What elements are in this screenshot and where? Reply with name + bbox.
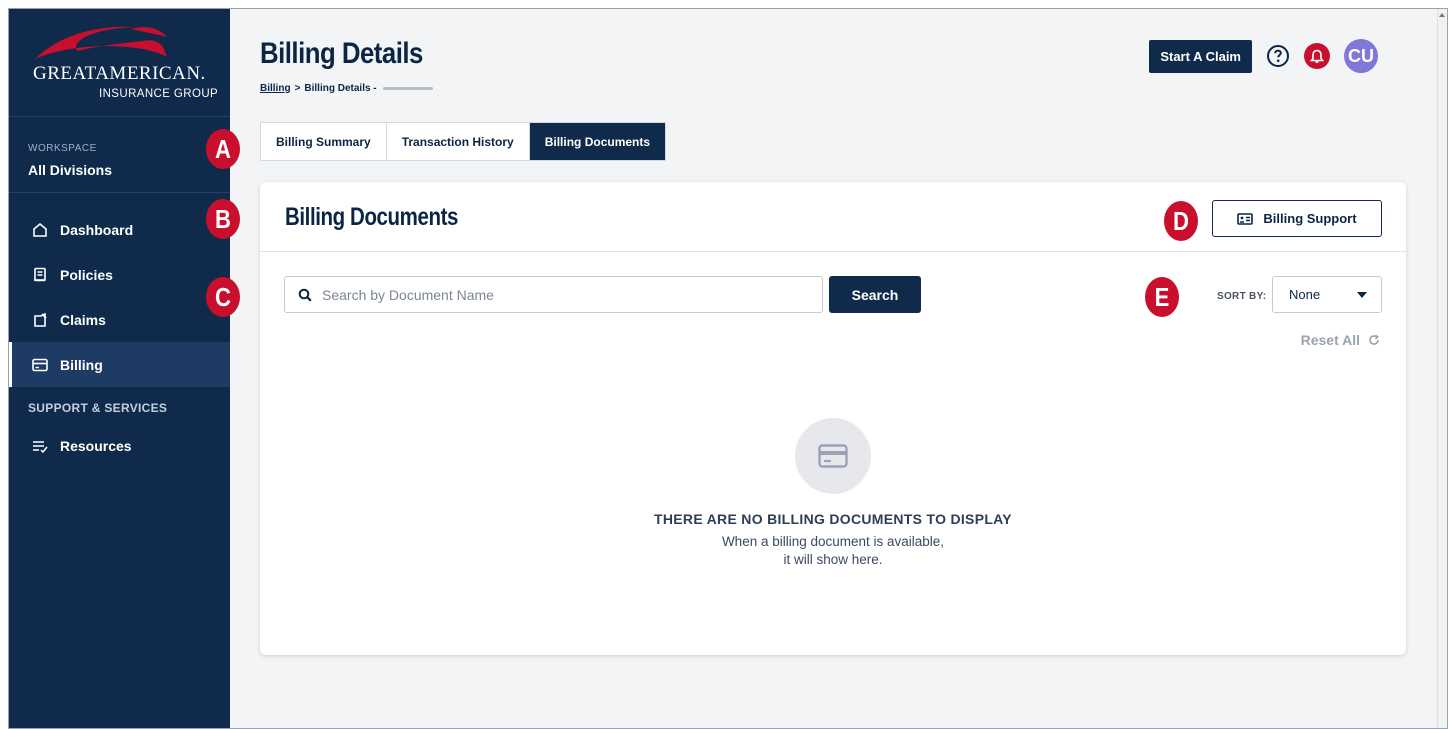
vertical-scrollbar[interactable]: [1437, 9, 1447, 728]
callout-b: B: [206, 199, 240, 239]
brand-subtitle: INSURANCE GROUP: [99, 88, 219, 100]
sidebar-item-label: Dashboard: [60, 221, 134, 238]
empty-state-line-1: When a billing document is available,: [721, 534, 945, 549]
sort-label: SORT BY:: [1217, 291, 1267, 302]
page-title: Billing Details: [260, 37, 423, 70]
card-title: Billing Documents: [285, 203, 458, 231]
sidebar-item-label: Billing: [60, 356, 103, 373]
breadcrumb-separator: >: [294, 83, 301, 94]
billing-support-label: Billing Support: [1263, 211, 1357, 226]
credit-card-icon: [818, 444, 848, 468]
list-check-icon: [30, 436, 50, 456]
callout-e: E: [1145, 277, 1179, 317]
sidebar-item-resources[interactable]: Resources: [9, 423, 230, 468]
scroll-up-arrow-icon[interactable]: [1439, 13, 1445, 17]
logo[interactable]: GREATAMERICAN. INSURANCE GROUP: [9, 9, 230, 117]
search-icon: [298, 288, 312, 302]
help-icon[interactable]: [1266, 44, 1290, 68]
search-box[interactable]: [284, 276, 823, 313]
sidebar-item-policies[interactable]: Policies: [9, 252, 230, 297]
caret-down-icon: [1357, 291, 1367, 298]
claims-icon: [30, 310, 50, 330]
sidebar: GREATAMERICAN. INSURANCE GROUP WORKSPACE…: [9, 9, 230, 728]
empty-state-illustration: [795, 418, 871, 494]
sidebar-item-claims[interactable]: Claims: [9, 297, 230, 342]
workspace-value: All Divisions: [28, 162, 113, 178]
reset-all-label: Reset All: [1300, 332, 1360, 348]
sidebar-item-label: Resources: [60, 437, 132, 454]
empty-state-description: When a billing document is available, it…: [260, 533, 1406, 569]
home-icon: [30, 220, 50, 240]
tab-transaction-history[interactable]: Transaction History: [387, 123, 530, 160]
callout-a: A: [206, 129, 240, 169]
user-avatar[interactable]: CU: [1344, 39, 1378, 73]
billing-documents-card: Billing Documents Billing Support Search…: [260, 182, 1406, 655]
app-window: GREATAMERICAN. INSURANCE GROUP WORKSPACE…: [8, 8, 1448, 729]
empty-state-title: THERE ARE NO BILLING DOCUMENTS TO DISPLA…: [654, 511, 1012, 527]
topbar-actions: Start A Claim CU: [1149, 39, 1378, 73]
billing-tabs: Billing Summary Transaction History Bill…: [260, 122, 667, 161]
sidebar-item-billing[interactable]: Billing: [9, 342, 230, 387]
redacted-account-number: [382, 87, 433, 90]
policy-icon: [30, 265, 50, 285]
tab-billing-summary[interactable]: Billing Summary: [261, 123, 387, 160]
billing-support-button[interactable]: Billing Support: [1212, 200, 1382, 237]
search-input[interactable]: [322, 286, 802, 303]
section-label-support: SUPPORT & SERVICES: [28, 401, 168, 415]
sidebar-item-label: Claims: [60, 311, 106, 328]
sort-selected-value: None: [1289, 287, 1321, 302]
contact-card-icon: [1237, 212, 1254, 225]
refresh-icon: [1369, 334, 1380, 345]
callout-c: C: [206, 277, 240, 317]
workspace-selector[interactable]: WORKSPACE All Divisions: [9, 117, 230, 193]
empty-state-line-2: it will show here.: [783, 552, 883, 567]
reset-all-button[interactable]: Reset All: [1301, 332, 1380, 348]
breadcrumb-link-billing[interactable]: Billing: [260, 83, 291, 94]
main-content: Billing Details Billing > Billing Detail…: [230, 9, 1447, 728]
eagle-logo-icon: [35, 26, 167, 59]
start-claim-button[interactable]: Start A Claim: [1149, 39, 1252, 73]
notifications-button[interactable]: [1304, 43, 1330, 69]
sidebar-item-dashboard[interactable]: Dashboard: [9, 207, 230, 252]
workspace-label: WORKSPACE: [28, 143, 97, 154]
sort-select[interactable]: None: [1272, 276, 1382, 313]
search-button[interactable]: Search: [829, 276, 921, 313]
card-header: Billing Documents Billing Support: [260, 182, 1406, 252]
bell-icon: [1310, 49, 1324, 63]
breadcrumb: Billing > Billing Details -: [260, 83, 433, 94]
brand-name: GREATAMERICAN.: [33, 63, 206, 84]
sidebar-item-label: Policies: [60, 266, 113, 283]
sidebar-nav: Dashboard Policies Claims Billing: [9, 193, 230, 387]
breadcrumb-current: Billing Details -: [304, 83, 377, 94]
tab-billing-documents[interactable]: Billing Documents: [529, 123, 666, 160]
callout-d: D: [1164, 201, 1198, 241]
credit-card-icon: [30, 355, 50, 375]
